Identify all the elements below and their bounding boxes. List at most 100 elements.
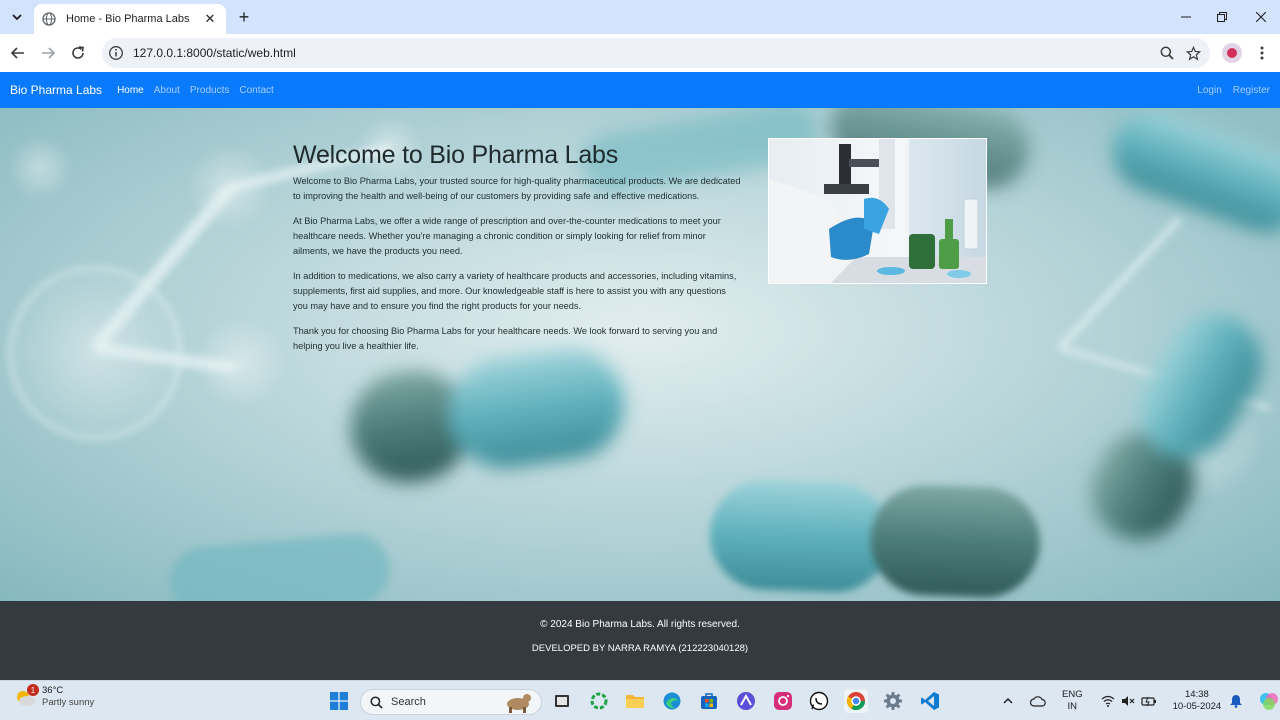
chevron-down-icon [12, 14, 22, 21]
zoom-icon [1160, 46, 1174, 60]
partly-sunny-icon: 1 [14, 684, 39, 708]
url-text[interactable]: 127.0.0.1:8000/static/web.html [133, 46, 1154, 60]
tab-search-button[interactable] [6, 6, 28, 28]
nav-links: Home About Products Contact [117, 85, 284, 96]
intro-paragraph-3: In addition to medications, we also carr… [293, 271, 737, 311]
close-window-button[interactable] [1249, 6, 1273, 28]
footer-copyright: © 2024 Bio Pharma Labs. All rights reser… [540, 619, 740, 630]
nav-link-register[interactable]: Register [1233, 85, 1270, 96]
weather-badge: 1 [27, 684, 39, 696]
windows-logo-icon [330, 692, 348, 710]
windows-taskbar: 1 36°C Partly sunny Search ENG IN 14:38 … [0, 680, 1280, 720]
page-viewport: Bio Pharma Labs Home About Products Cont… [0, 72, 1280, 680]
task-view-button[interactable] [550, 689, 574, 713]
close-icon [1256, 12, 1266, 22]
back-button[interactable] [6, 41, 30, 65]
gear-icon [884, 692, 902, 710]
taskbar-search[interactable]: Search [360, 689, 542, 715]
vscode-icon [921, 692, 939, 710]
weather-widget[interactable]: 1 36°C Partly sunny [14, 684, 95, 709]
taskbar-settings[interactable] [881, 689, 905, 713]
arrow-left-icon [11, 47, 24, 59]
cloud-icon[interactable] [1030, 695, 1046, 707]
clock-date: 10-05-2024 [1172, 701, 1222, 712]
wifi-icon[interactable] [1101, 695, 1115, 707]
nav-link-products[interactable]: Products [190, 85, 229, 96]
task-view-icon [555, 695, 569, 707]
taskbar-edge[interactable] [660, 689, 684, 713]
page-title: Welcome to Bio Pharma Labs [293, 141, 619, 169]
maximize-button[interactable] [1210, 6, 1234, 28]
search-icon [370, 695, 383, 709]
nav-link-about[interactable]: About [154, 85, 180, 96]
start-button[interactable] [327, 689, 351, 713]
browser-menu-button[interactable] [1252, 43, 1272, 63]
new-tab-button[interactable]: + [234, 7, 254, 27]
browser-tab[interactable]: Home - Bio Pharma Labs ✕ [34, 4, 226, 34]
browser-tab-strip: Home - Bio Pharma Labs ✕ + [0, 0, 1280, 34]
notification-bell-icon[interactable] [1229, 694, 1243, 708]
taskbar-file-explorer[interactable] [623, 689, 647, 713]
nav-link-contact[interactable]: Contact [239, 85, 273, 96]
navbar-brand[interactable]: Bio Pharma Labs [10, 83, 102, 97]
intro-paragraph-1: Welcome to Bio Pharma Labs, your trusted… [293, 176, 741, 201]
welcome-content: Welcome to Bio Pharma Labs Welcome to Bi… [293, 141, 743, 364]
taskbar-store[interactable] [697, 689, 721, 713]
intro-paragraph-4: Thank you for choosing Bio Pharma Labs f… [293, 326, 718, 351]
minimize-button[interactable] [1174, 6, 1198, 28]
clock[interactable]: 14:38 10-05-2024 [1173, 689, 1222, 713]
battery-icon[interactable] [1140, 695, 1157, 707]
ring-app-icon [590, 692, 608, 710]
language-indicator[interactable]: ENG IN [1062, 689, 1083, 713]
instagram-icon [774, 692, 792, 710]
system-tray: ENG IN 14:38 10-05-2024 [1002, 681, 1279, 720]
more-vertical-icon [1260, 46, 1264, 60]
tab-title: Home - Bio Pharma Labs [66, 13, 190, 25]
edge-browser-icon [663, 692, 681, 710]
whatsapp-icon [809, 691, 829, 711]
taskbar-chrome[interactable] [844, 689, 868, 713]
clock-time: 14:38 [1185, 689, 1209, 700]
nav-auth-links: Login Register [1186, 85, 1270, 96]
intro-paragraph-2: At Bio Pharma Labs, we offer a wide rang… [293, 216, 721, 256]
taskbar-whatsapp[interactable] [807, 689, 831, 713]
hero-section: Welcome to Bio Pharma Labs Welcome to Bi… [0, 108, 1280, 601]
store-icon [701, 693, 717, 709]
taskbar-vscode[interactable] [918, 689, 942, 713]
search-label: Search [391, 696, 426, 708]
chrome-icon [847, 692, 865, 711]
weather-temperature: 36°C [42, 685, 64, 696]
chevron-up-icon[interactable] [1002, 695, 1014, 707]
address-bar[interactable]: 127.0.0.1:8000/static/web.html [102, 38, 1210, 68]
nav-link-home[interactable]: Home [117, 85, 144, 96]
site-navbar: Bio Pharma Labs Home About Products Cont… [0, 72, 1280, 108]
star-icon [1185, 45, 1201, 60]
nav-link-login[interactable]: Login [1197, 85, 1221, 96]
bookmark-button[interactable] [1180, 40, 1206, 66]
taskbar-app-circle[interactable] [587, 689, 611, 713]
folder-icon [626, 695, 644, 708]
taskbar-app-arrow[interactable] [734, 689, 758, 713]
region-code: IN [1067, 701, 1078, 712]
app-logo-icon [737, 692, 755, 710]
browser-toolbar: 127.0.0.1:8000/static/web.html [0, 34, 1280, 72]
search-highlight-icon [507, 694, 531, 713]
language-code: ENG [1062, 689, 1083, 700]
reload-button[interactable] [66, 41, 90, 65]
volume-muted-icon[interactable] [1121, 695, 1135, 707]
zoom-button[interactable] [1154, 40, 1180, 66]
globe-icon [42, 12, 56, 26]
forward-button[interactable] [36, 41, 60, 65]
profile-avatar[interactable] [1222, 43, 1242, 63]
weather-description: Partly sunny [42, 697, 95, 708]
footer-developer-credit: DEVELOPED BY NARRA RAMYA (212223040128) [531, 643, 749, 654]
info-icon[interactable] [108, 45, 124, 61]
close-tab-icon[interactable]: ✕ [202, 11, 218, 27]
minimize-icon [1181, 16, 1191, 18]
laboratory-image [768, 138, 987, 284]
reload-icon [72, 46, 84, 59]
taskbar-instagram[interactable] [771, 689, 795, 713]
restore-icon [1217, 12, 1227, 22]
copilot-icon[interactable] [1259, 691, 1279, 711]
site-footer: © 2024 Bio Pharma Labs. All rights reser… [0, 601, 1280, 680]
